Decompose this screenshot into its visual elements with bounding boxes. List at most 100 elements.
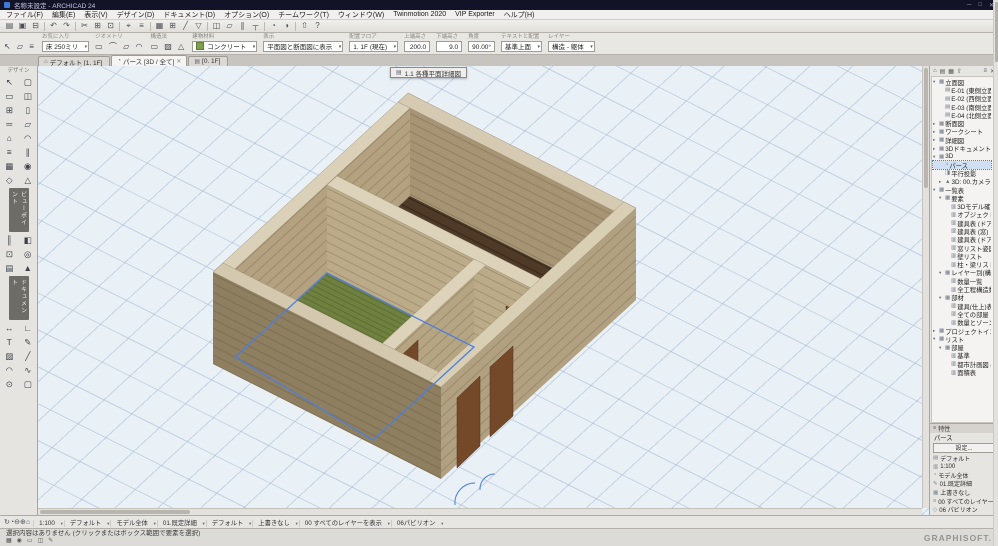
3d-view-icon[interactable]: ◔ (267, 20, 280, 32)
line-tool-icon[interactable]: ╱ (19, 349, 38, 363)
infobox-control[interactable]: 床 250ミリ (42, 41, 89, 52)
expand-icon[interactable]: ▾ (933, 187, 938, 193)
tree-item[interactable]: ▥ 3Dモデル確認用 (933, 202, 991, 210)
expand-icon[interactable]: ▾ (939, 195, 944, 201)
tree-item[interactable]: ▥ 都市計画図 (A4縦) (933, 360, 991, 368)
level-dimension-tool-icon[interactable]: ∟ (19, 321, 38, 335)
window-tool-icon[interactable]: ⊞ (0, 103, 19, 117)
worksheet-tool-icon[interactable]: ▤ (0, 261, 19, 275)
infobox-control[interactable]: ▭ ⌒ ▱ ◠ (95, 41, 144, 52)
detail-tool-icon[interactable]: ◎ (19, 247, 38, 261)
separator[interactable] (44, 22, 45, 31)
viewport-vertical-scrollbar[interactable] (922, 66, 929, 508)
minimize-icon[interactable]: ─ (967, 2, 971, 9)
object-tool-icon[interactable]: ◉ (19, 159, 38, 173)
view-tab[interactable]: ⌂ デフォルト [1. 1F] (38, 56, 110, 66)
camera-tool-icon[interactable]: ▲ (19, 261, 38, 275)
label-tool-icon[interactable]: ✎ (19, 335, 38, 349)
gravity-icon[interactable]: ▽ (192, 20, 205, 32)
viewport-horizontal-scrollbar[interactable] (38, 508, 922, 515)
menu-item[interactable]: VIP Exporter (455, 11, 495, 18)
project-map-icon[interactable]: ⌂ (933, 68, 937, 74)
interior-elevation-tool-icon[interactable]: ⊡ (0, 247, 19, 261)
arrange-icon[interactable]: ▱ (223, 20, 236, 32)
wall-ref-icon[interactable]: ▭ (27, 538, 33, 545)
view-map-icon[interactable]: ▤ (940, 68, 946, 75)
publish-icon[interactable]: ⇧ (298, 20, 311, 32)
expand-icon[interactable]: ▾ (933, 336, 938, 342)
infobox-control[interactable]: 90.00° (468, 41, 495, 52)
view-tab[interactable]: ▤ [0. 1F] (188, 56, 228, 66)
selection-info-icon[interactable]: ◉ (17, 538, 22, 545)
save-icon[interactable]: ⊟ (29, 20, 42, 32)
infobox-control[interactable]: 構造 - 躯体 (548, 41, 595, 52)
tree-item[interactable]: ▸ ▦ 断面図 (933, 119, 991, 127)
tree-item[interactable]: ▥ 全工程構造数量 (933, 285, 991, 293)
element-settings-icon[interactable]: ≡ (135, 20, 148, 32)
tree-item[interactable]: ▾ ▦ レイヤー別(構造)要素 (933, 269, 991, 277)
status-dropdown[interactable]: デフォルト (64, 520, 110, 527)
expand-icon[interactable]: ▸ (933, 129, 938, 135)
infobox-control[interactable]: 1. 1F (現在) (349, 41, 398, 52)
mesh-tool-icon[interactable]: △ (19, 173, 38, 187)
separator[interactable] (295, 22, 296, 31)
separator[interactable] (119, 22, 120, 31)
tree-scrollbar[interactable] (993, 0, 998, 546)
fill-tool-icon[interactable]: ▨ (0, 349, 19, 363)
open-icon[interactable]: ▣ (16, 20, 29, 32)
cut-icon[interactable]: ✂ (78, 20, 91, 32)
tree-item[interactable]: ▥ 壁リスト (933, 252, 991, 260)
quick-option-row[interactable]: ✎ 01.既定詳細 (930, 480, 998, 489)
expand-icon[interactable]: ▾ (939, 295, 944, 301)
tree-item[interactable]: ▥ 数量とゾーン分類 (933, 319, 991, 327)
expand-icon[interactable]: ▾ (939, 345, 944, 351)
publisher-icon[interactable]: ⇧ (957, 68, 962, 75)
new-icon[interactable]: ▤ (3, 20, 16, 32)
infobox-control[interactable]: 9.0 (436, 41, 462, 52)
menu-item[interactable]: ヘルプ(H) (504, 10, 535, 20)
separator[interactable] (207, 22, 208, 31)
menu-item[interactable]: デザイン(D) (117, 10, 155, 20)
grid-snap-icon[interactable]: ⊞ (166, 20, 179, 32)
tree-item[interactable]: ▸ ▦ 詳細図 (933, 136, 991, 144)
3d-model-canvas[interactable] (38, 66, 929, 515)
railing-tool-icon[interactable]: ∥ (19, 145, 38, 159)
elevation-tool-icon[interactable]: ◧ (19, 233, 38, 247)
tree-item[interactable]: ▸ ▦ プロジェクトインデックス (933, 327, 991, 335)
menu-item[interactable]: ウィンドウ(W) (338, 10, 384, 20)
tab-close-icon[interactable]: ✕ (176, 58, 181, 65)
tree-item[interactable]: ▾ ▦ 部材 (933, 294, 991, 302)
edit-icon[interactable]: ✎ (48, 538, 53, 545)
tree-item[interactable]: ▥ 面積表 (933, 368, 991, 376)
zone-tool-icon[interactable]: ◇ (0, 173, 19, 187)
quick-option-row[interactable]: ◔ モデル全体 (930, 471, 998, 480)
expand-icon[interactable]: ▸ (933, 121, 938, 127)
toolbox-section-document[interactable]: ドキュメント (0, 276, 37, 320)
arc-tool-icon[interactable]: ◠ (0, 363, 19, 377)
guide-lines-icon[interactable]: ╱ (179, 20, 192, 32)
tree-item[interactable]: ▥ 全ての部屋 (933, 310, 991, 318)
quick-option-row[interactable]: ≡ 00 すべてのレイヤーを表示 (930, 497, 998, 506)
expand-icon[interactable]: ▸ (933, 137, 938, 143)
tree-item[interactable]: ▸ ▲ 3D: 00.カメラ (933, 178, 991, 186)
menu-item[interactable]: ファイル(F) (6, 10, 43, 20)
tree-item[interactable]: ▤ E-04 (北側立面図) (933, 111, 991, 119)
fit-view-icon[interactable]: ⌂ (26, 519, 30, 526)
status-dropdown[interactable]: モデル全体 (110, 520, 156, 527)
render-icon[interactable]: ◑ (280, 20, 293, 32)
tree-item[interactable]: ▾ ▦ 要素 (933, 194, 991, 202)
infobox-control[interactable]: ▭ ▨ △ (150, 41, 186, 52)
tree-item[interactable]: ▥ 基準 (933, 352, 991, 360)
paste-icon[interactable]: ⊡ (104, 20, 117, 32)
tree-item[interactable]: ▤ E-03 (南側立面図) (933, 103, 991, 111)
beam-tool-icon[interactable]: ═ (0, 117, 19, 131)
undo-icon[interactable]: ↶ (47, 20, 60, 32)
infobox-control[interactable]: ↖ ▱ ≡ (4, 41, 36, 52)
find-select-icon[interactable]: ⌖ (122, 20, 135, 32)
maximize-icon[interactable]: □ (978, 2, 982, 9)
tree-item[interactable]: ▸ ▦ 3Dドキュメント (933, 144, 991, 152)
quick-option-row[interactable]: ▥ 1:100 (930, 462, 998, 471)
roof-tool-icon[interactable]: ⌂ (0, 131, 19, 145)
menu-item[interactable]: オプション(O) (224, 10, 269, 20)
tree-item[interactable]: ▥ 数量一覧 (933, 277, 991, 285)
